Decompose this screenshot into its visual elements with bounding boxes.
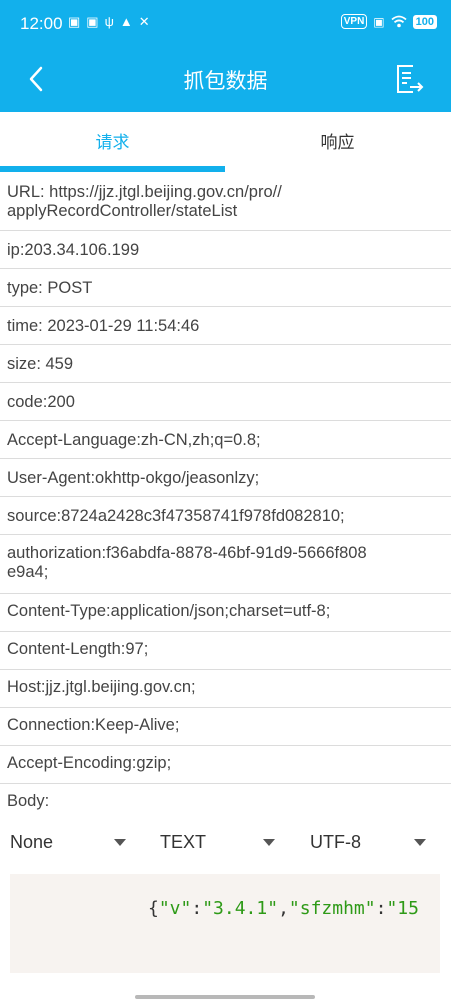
chevron-down-icon	[114, 839, 126, 846]
type-select[interactable]: TEXT	[160, 832, 278, 853]
chevron-down-icon	[414, 839, 426, 846]
format-select[interactable]: None	[10, 832, 128, 853]
notification-icons: ▣▣ψ▲✕	[68, 14, 156, 29]
connection-value: Connection:Keep-Alive;	[7, 716, 180, 734]
export-icon[interactable]	[395, 63, 425, 95]
row-ip: ip:203.34.106.199	[0, 231, 451, 269]
charset-select-value: UTF-8	[310, 832, 361, 852]
row-user-agent: User-Agent:okhttp-okgo/jeasonlzy;	[0, 459, 451, 497]
content-length-value: Content-Length:97;	[7, 640, 149, 658]
host-value: Host:jjz.jtgl.beijing.gov.cn;	[7, 678, 196, 696]
source-value: source:8724a2428c3f47358741f978fd082810;	[7, 507, 345, 525]
body-code-view[interactable]: {"v":"3.4.1","sfzmhm":"15	[10, 874, 440, 973]
body-code-line: {"v":"3.4.1","sfzmhm":"15	[148, 898, 419, 919]
vpn-icon: VPN	[340, 14, 368, 29]
row-content-type: Content-Type:application/json;charset=ut…	[0, 594, 451, 632]
sim-icon: ▣	[373, 14, 385, 29]
code-punct: :	[375, 898, 387, 919]
status-time: 12:00	[20, 14, 63, 33]
tab-request[interactable]: 请求	[0, 116, 225, 172]
code-string: "v"	[158, 898, 192, 919]
code-string: "15	[386, 898, 419, 919]
app-bar: 抓包数据	[0, 48, 451, 112]
size-value: size: 459	[7, 355, 74, 373]
url-line-2: applyRecordController/stateList	[7, 202, 238, 220]
code-string: "sfzmhm"	[288, 898, 376, 919]
charset-select[interactable]: UTF-8	[310, 832, 428, 853]
status-bar: 12:00 ▣▣ψ▲✕ VPN ▣ 100	[0, 0, 451, 48]
content-type-value: Content-Type:application/json;charset=ut…	[7, 602, 331, 620]
tab-response[interactable]: 响应	[225, 116, 450, 172]
code-string: "3.4.1"	[202, 898, 279, 919]
page-title: 抓包数据	[183, 70, 268, 93]
tab-bar: 请求 响应	[0, 116, 451, 172]
home-indicator[interactable]	[135, 995, 315, 999]
chevron-down-icon	[263, 839, 275, 846]
row-host: Host:jjz.jtgl.beijing.gov.cn;	[0, 670, 451, 708]
time-value: time: 2023-01-29 11:54:46	[7, 317, 200, 335]
ip-value: ip:203.34.106.199	[7, 241, 140, 259]
wifi-icon	[391, 15, 407, 28]
url-line-1: URL: https://jjz.jtgl.beijing.gov.cn/pro…	[7, 183, 282, 201]
row-url: URL: https://jjz.jtgl.beijing.gov.cn/pro…	[0, 172, 451, 231]
row-accept-language: Accept-Language:zh-CN,zh;q=0.8;	[0, 421, 451, 459]
code-punct: ,	[278, 898, 289, 919]
row-size: size: 459	[0, 345, 451, 383]
format-select-value: None	[10, 832, 54, 852]
code-value: code:200	[7, 393, 75, 411]
user-agent-value: User-Agent:okhttp-okgo/jeasonlzy;	[7, 469, 260, 487]
battery-icon: 100	[412, 14, 437, 29]
code-punct: {	[148, 898, 159, 919]
accept-language-value: Accept-Language:zh-CN,zh;q=0.8;	[7, 431, 261, 449]
row-source: source:8724a2428c3f47358741f978fd082810;	[0, 497, 451, 535]
row-content-length: Content-Length:97;	[0, 632, 451, 670]
type-value: type: POST	[7, 279, 93, 297]
row-authorization: authorization:f36abdfa-8878-46bf-91d9-56…	[0, 535, 451, 594]
row-type: type: POST	[0, 269, 451, 307]
row-code: code:200	[0, 383, 451, 421]
authorization-line-1: authorization:f36abdfa-8878-46bf-91d9-56…	[7, 544, 367, 562]
status-right: VPN ▣ 100	[340, 14, 437, 29]
code-punct: :	[191, 898, 203, 919]
body-label: Body:	[7, 792, 50, 810]
row-accept-encoding: Accept-Encoding:gzip;	[0, 746, 451, 784]
row-connection: Connection:Keep-Alive;	[0, 708, 451, 746]
accept-encoding-value: Accept-Encoding:gzip;	[7, 754, 172, 772]
row-time: time: 2023-01-29 11:54:46	[0, 307, 451, 345]
type-select-value: TEXT	[160, 832, 207, 852]
authorization-line-2: e9a4;	[7, 563, 49, 581]
